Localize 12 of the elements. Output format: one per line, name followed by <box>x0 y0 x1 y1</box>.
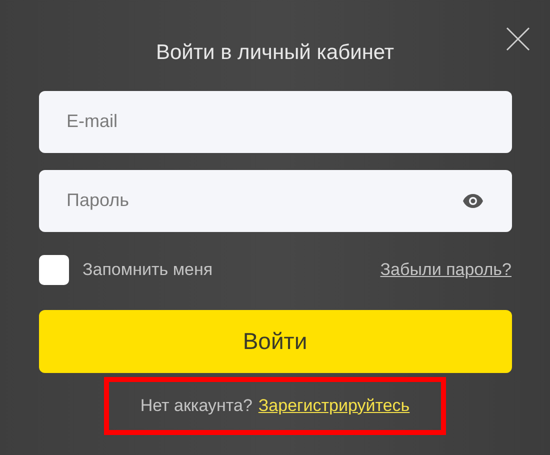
login-button[interactable]: Войти <box>38 310 512 372</box>
no-account-text: Нет аккаунта? <box>140 394 252 417</box>
register-link[interactable]: Зарегистрируйтесь <box>258 392 410 418</box>
remember-label: Запомнить меня <box>82 258 213 281</box>
close-button[interactable] <box>506 27 530 51</box>
email-field[interactable]: E-mail <box>38 90 512 152</box>
password-field[interactable]: Пароль <box>38 170 512 232</box>
forgot-password-link[interactable]: Забыли пароль? <box>380 256 512 282</box>
dialog-title: Войти в личный кабинет <box>156 40 394 66</box>
close-icon <box>506 27 530 51</box>
eye-icon[interactable] <box>462 192 484 208</box>
remember-checkbox[interactable] <box>38 254 68 284</box>
